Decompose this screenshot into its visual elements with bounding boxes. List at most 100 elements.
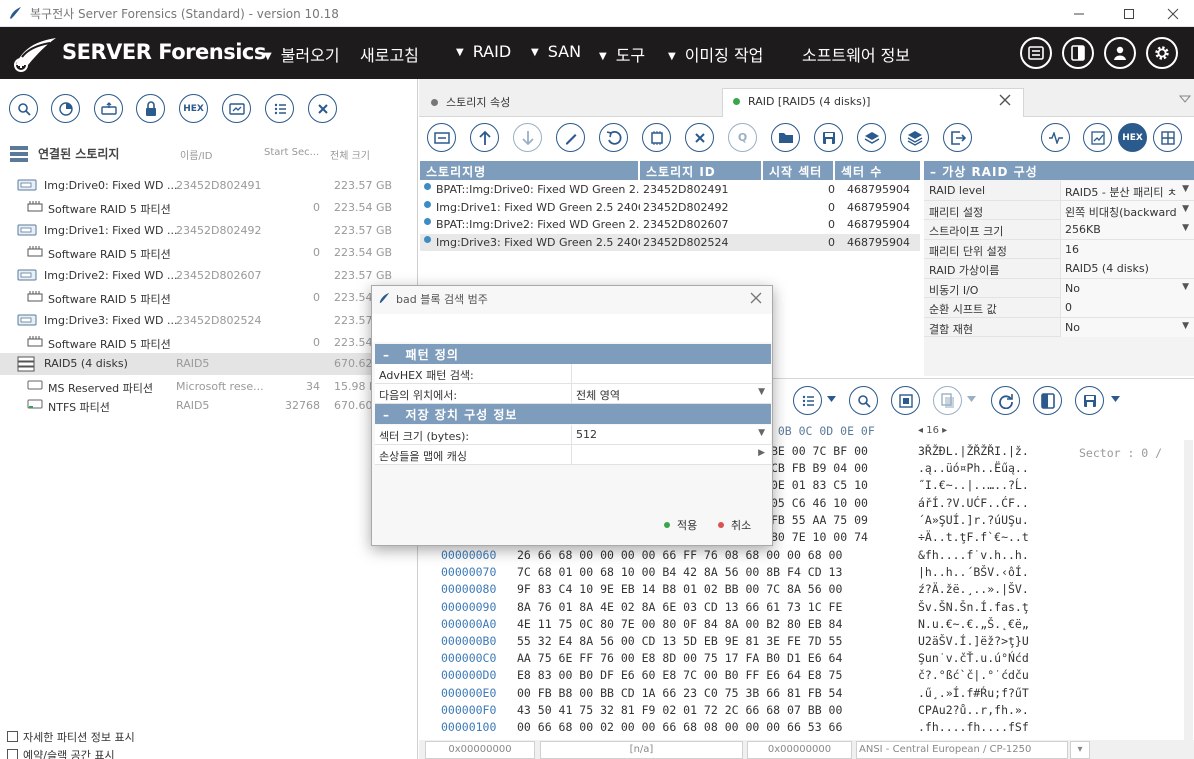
tree-row[interactable]: Software RAID 5 파티션 0 223.54	[0, 287, 418, 309]
raid-property-row[interactable]: 패리티 설정 왼쪽 비대칭(backward ▼	[924, 200, 1194, 220]
raid-property-row[interactable]: RAID 가상이름 RAID5 (4 disks)	[924, 259, 1194, 279]
close-window-button[interactable]	[1150, 0, 1194, 27]
page-control[interactable]: ◂ 16 ▸	[918, 425, 947, 436]
hex-view-icon[interactable]: HEX	[179, 94, 208, 123]
goto-icon[interactable]	[891, 386, 920, 415]
tab-menu-chevron-icon[interactable]	[1179, 95, 1191, 103]
dropdown-arrow-icon[interactable]: ▼	[1182, 204, 1189, 214]
close-storage-icon[interactable]	[308, 94, 337, 123]
tree-row[interactable]: RAID5 (4 disks) RAID5 670.62	[0, 353, 418, 375]
dropdown-arrow-icon[interactable]: ▼	[1182, 184, 1189, 194]
col-name-header[interactable]: 이름/ID	[180, 147, 212, 162]
raid-property-row[interactable]: 비동기 I/O No ▼	[924, 278, 1194, 298]
raid-detect-icon[interactable]	[427, 123, 456, 152]
list-view-icon[interactable]	[265, 94, 294, 123]
drive-load-icon[interactable]	[94, 94, 123, 123]
hex-save-icon[interactable]	[1075, 386, 1104, 415]
dropdown-arrow-icon[interactable]: ▼	[758, 428, 765, 438]
image-export-icon[interactable]	[222, 94, 251, 123]
cancel-button[interactable]: 취소	[718, 517, 751, 533]
tree-row[interactable]: NTFS 파티션 RAID5 32768 670.60	[0, 395, 418, 417]
tree-row[interactable]: Img:Drive1: Fixed WD ... 23452D802492 223.…	[0, 220, 418, 242]
show-partition-details-checkbox[interactable]	[7, 731, 18, 742]
hex-search-icon[interactable]	[849, 386, 878, 415]
raid-property-row[interactable]: 순환 시프트 값 0	[924, 298, 1194, 318]
status-encoding[interactable]: ANSI - Central European / CP-1250	[856, 741, 1068, 759]
storage-row[interactable]: BPAT::Img:Drive0: Fixed WD Green 2.5 ...…	[420, 181, 920, 198]
dropdown-arrow-icon[interactable]: ▼	[758, 387, 765, 397]
property-value-cell[interactable]: 256KB ▼	[1060, 220, 1194, 239]
list-options-dropdown-icon[interactable]	[827, 396, 836, 402]
encoding-dropdown-icon[interactable]: ▾	[1070, 741, 1090, 759]
copy-dropdown-icon[interactable]	[967, 396, 976, 402]
storage-view-icon[interactable]	[1020, 37, 1052, 69]
hex-scrollbar[interactable]	[1184, 440, 1193, 740]
raid-property-row[interactable]: 스트라이프 크기 256KB ▼	[924, 220, 1194, 240]
user-icon[interactable]	[1104, 37, 1136, 69]
tree-row[interactable]: Img:Drive0: Fixed WD ... 23452D802491 223.…	[0, 175, 418, 197]
property-value-cell[interactable]: RAID5 - 분산 패리티 ㅊ ▼	[1060, 181, 1194, 200]
close-tab-icon[interactable]	[999, 94, 1011, 106]
col-storage-id[interactable]: 스토리지 ID	[640, 161, 761, 180]
raid-property-row[interactable]: RAID level RAID5 - 분산 패리티 ㅊ ▼	[924, 181, 1194, 201]
apply-button[interactable]: 적용	[664, 517, 697, 533]
maximize-button[interactable]	[1106, 0, 1152, 27]
col-storage-name[interactable]: 스토리지명	[420, 161, 638, 180]
edit-pencil-icon[interactable]	[556, 123, 585, 152]
menu-item-2[interactable]: ▼ RAID	[456, 42, 511, 61]
raid-property-row[interactable]: 패리티 단위 설정 16	[924, 239, 1194, 259]
dialog-field-row[interactable]: AdvHEX 패턴 검색:	[375, 364, 771, 384]
col-start-sector[interactable]: 시작 섹터	[763, 161, 833, 180]
remove-disk-icon[interactable]	[685, 123, 714, 152]
tree-row[interactable]: Software RAID 5 파티션 0 223.54 GB	[0, 197, 418, 219]
waveform-icon[interactable]	[1041, 123, 1070, 152]
dialog-field-row[interactable]: 손상들을 맵에 캐싱 ▶	[375, 445, 771, 465]
dialog-field-value-cell[interactable]: ▶	[571, 445, 771, 464]
tree-row[interactable]: Software RAID 5 파티션 0 223.54	[0, 332, 418, 354]
grid-view-icon[interactable]	[1153, 123, 1182, 152]
menu-item-0[interactable]: ▼ 불러오기	[264, 42, 340, 66]
refresh-icon[interactable]	[991, 386, 1020, 415]
layers-icon[interactable]	[900, 123, 929, 152]
property-value-cell[interactable]: 0	[1060, 298, 1194, 317]
dialog-close-icon[interactable]	[750, 292, 762, 304]
chip-icon[interactable]	[642, 123, 671, 152]
layers-add-icon[interactable]	[857, 123, 886, 152]
search-icon[interactable]	[9, 94, 38, 123]
dropdown-arrow-icon[interactable]: ▼	[1182, 282, 1189, 292]
dialog-field-value-cell[interactable]	[571, 364, 771, 383]
storage-row[interactable]: Img:Drive1: Fixed WD Green 2.5 240GB...2…	[420, 199, 920, 216]
save-icon[interactable]	[814, 123, 843, 152]
lock-icon[interactable]	[136, 94, 165, 123]
property-value-cell[interactable]: 왼쪽 비대칭(backward ▼	[1060, 200, 1194, 220]
show-slack-space-checkbox[interactable]	[7, 749, 18, 759]
property-value-cell[interactable]: No ▼	[1060, 278, 1194, 298]
expand-arrow-icon[interactable]: ▶	[758, 448, 765, 458]
property-value-cell[interactable]: No ▼	[1060, 317, 1194, 337]
tree-row[interactable]: Software RAID 5 파티션 0 223.54 GB	[0, 242, 418, 264]
menu-item-3[interactable]: ▼ SAN	[531, 42, 581, 61]
col-start-header[interactable]: Start Sec...	[264, 147, 319, 158]
split-view-icon[interactable]	[1033, 386, 1062, 415]
property-value-cell[interactable]: RAID5 (4 disks)	[1060, 259, 1194, 278]
dialog-field-value-cell[interactable]: 512 ▼	[571, 425, 771, 444]
move-up-icon[interactable]	[470, 123, 499, 152]
panel-layout-icon[interactable]	[1062, 37, 1094, 69]
minimize-button[interactable]	[1056, 0, 1102, 27]
save-dropdown-icon[interactable]	[1111, 396, 1120, 402]
dialog-field-row[interactable]: 다음의 위치에서: 전체 영역 ▼	[375, 384, 771, 404]
menu-item-5[interactable]: ▼ 이미징 작업	[668, 42, 763, 66]
dropdown-arrow-icon[interactable]: ▼	[1182, 321, 1189, 331]
disk-scan-icon[interactable]	[51, 94, 80, 123]
dropdown-arrow-icon[interactable]: ▼	[1182, 223, 1189, 233]
tree-row[interactable]: Img:Drive3: Fixed WD ... 23452D802524 223.…	[0, 310, 418, 332]
dialog-field-value-cell[interactable]: 전체 영역 ▼	[571, 384, 771, 403]
settings-gear-icon[interactable]	[1146, 37, 1178, 69]
undo-icon[interactable]	[599, 123, 628, 152]
storage-row[interactable]: Img:Drive3: Fixed WD Green 2.5 240GB...2…	[420, 233, 920, 251]
move-down-icon[interactable]	[513, 123, 542, 152]
col-size-header[interactable]: 전체 크기	[330, 147, 370, 162]
tree-row[interactable]: Img:Drive2: Fixed WD ... 23452D802607 223.…	[0, 265, 418, 287]
col-sector-count[interactable]: 섹터 수	[835, 161, 920, 180]
menu-item-4[interactable]: ▼ 도구	[599, 42, 645, 66]
